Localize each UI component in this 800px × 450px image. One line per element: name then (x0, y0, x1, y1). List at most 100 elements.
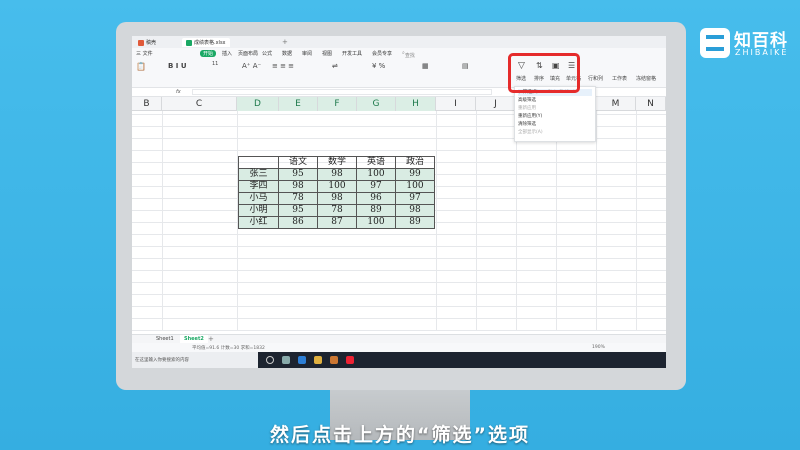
task-view-icon[interactable] (282, 356, 290, 364)
font-size-select[interactable]: 11 (212, 61, 218, 67)
sheet-tab-1[interactable]: Sheet1 (152, 335, 178, 343)
menu-item-reapply-y[interactable]: 重新应用(Y) (518, 113, 542, 120)
table-cell[interactable]: 89 (356, 204, 396, 217)
column-j[interactable]: J (476, 97, 516, 111)
menu-item-dev[interactable]: 开发工具 (342, 50, 362, 57)
column-g[interactable]: G (357, 97, 396, 111)
menu-item-member[interactable]: 会员专享 (372, 50, 392, 57)
grid-line (556, 111, 557, 331)
menu-item-clear-filter[interactable]: 清除筛选 (518, 121, 536, 128)
highlight-box (508, 53, 580, 93)
table-cell[interactable]: 98 (317, 192, 357, 205)
column-f[interactable]: F (318, 97, 357, 111)
column-h[interactable]: H (396, 97, 436, 111)
tab-file[interactable]: 成绩表格.xlsx (182, 38, 230, 47)
sheet-file-icon (186, 39, 192, 46)
new-tab-icon[interactable]: + (282, 38, 288, 46)
table-cell[interactable]: 97 (395, 192, 435, 205)
tab-home[interactable]: 稿壳 (134, 38, 160, 47)
table-header-cell[interactable]: 语文 (278, 156, 318, 169)
search-box[interactable]: ⌕ 查找命令、搜索模板 (402, 50, 415, 87)
align-icon[interactable]: ≡ ≡ ≡ (272, 62, 294, 70)
table-cell[interactable]: 100 (317, 180, 357, 193)
cortana-icon[interactable] (266, 356, 274, 364)
logo-icon (700, 28, 730, 58)
table-cell[interactable]: 95 (278, 168, 318, 181)
table-cell[interactable]: 小红 (238, 216, 279, 229)
column-i[interactable]: I (436, 97, 476, 111)
add-sheet-icon[interactable]: + (208, 335, 214, 343)
paste-icon[interactable]: 📋 (136, 62, 146, 71)
menu-item-review[interactable]: 审阅 (302, 50, 312, 57)
grid-line (596, 111, 597, 331)
menu-item-file[interactable]: 三 文件 (136, 50, 153, 57)
table-style-icon[interactable]: ▤ (462, 62, 469, 70)
table-cell[interactable]: 98 (395, 204, 435, 217)
column-c[interactable]: C (162, 97, 237, 111)
table-cell[interactable]: 95 (278, 204, 318, 217)
table-cell[interactable]: 98 (317, 168, 357, 181)
rowcol-button[interactable]: 行和列 (588, 75, 603, 82)
table-cell[interactable]: 100 (395, 180, 435, 193)
table-header-cell[interactable] (238, 156, 279, 169)
table-cell[interactable]: 张三 (238, 168, 279, 181)
table-cell[interactable]: 78 (278, 192, 318, 205)
table-cell[interactable]: 89 (395, 216, 435, 229)
tab-bar: 稿壳 成绩表格.xlsx + (132, 36, 666, 48)
sheet-button[interactable]: 工作表 (612, 75, 627, 82)
table-cell[interactable]: 小明 (238, 204, 279, 217)
menu-item-advanced-filter[interactable]: 高级筛选 (518, 97, 536, 104)
column-m[interactable]: M (596, 97, 636, 111)
menu-item-insert[interactable]: 插入 (222, 50, 232, 57)
number-format-icon[interactable]: ¥ % (372, 62, 385, 70)
brand-name-en: ZHIBAIKE (735, 48, 789, 57)
wrap-icon[interactable]: ⇌ (332, 62, 338, 70)
score-table: 语文 数学 英语 政治 张三 95 98 100 99 李四 98 100 97… (238, 156, 435, 229)
taskbar (258, 352, 666, 368)
column-e[interactable]: E (279, 97, 318, 111)
table-cell[interactable]: 100 (356, 168, 396, 181)
table-row: 李四 98 100 97 100 (238, 180, 435, 193)
table-cell[interactable]: 98 (278, 180, 318, 193)
table-header-cell[interactable]: 政治 (395, 156, 435, 169)
table-cell[interactable]: 100 (356, 216, 396, 229)
table-cell[interactable]: 86 (278, 216, 318, 229)
column-n[interactable]: N (636, 97, 666, 111)
screen: 稿壳 成绩表格.xlsx + 三 文件 开始 插入 页面布局 公式 数据 审阅 … (132, 36, 666, 368)
conditional-format-icon[interactable]: ▦ (422, 62, 429, 70)
app-icon[interactable] (346, 356, 354, 364)
table-row: 小明 95 78 89 98 (238, 204, 435, 217)
column-d[interactable]: D (237, 97, 279, 111)
font-grow-icon[interactable]: A⁺ A⁻ (242, 62, 261, 70)
app-icon (138, 39, 144, 46)
table-cell[interactable]: 87 (317, 216, 357, 229)
taskbar-search[interactable]: 在这里输入你要搜索的内容 (132, 352, 258, 368)
tab-label: 稿壳 (146, 40, 157, 46)
edge-icon[interactable] (298, 356, 306, 364)
table-cell[interactable]: 78 (317, 204, 357, 217)
formula-input[interactable] (192, 89, 492, 95)
table-cell[interactable]: 99 (395, 168, 435, 181)
menu-item-formula[interactable]: 公式 (262, 50, 272, 57)
zoom-level[interactable]: 190% (592, 345, 605, 350)
grid-line (476, 111, 477, 331)
explorer-icon[interactable] (314, 356, 322, 364)
menu-item-view[interactable]: 视图 (322, 50, 332, 57)
grid-line (436, 111, 437, 331)
column-b[interactable]: B (132, 97, 162, 111)
menu-item-data[interactable]: 数据 (282, 50, 292, 57)
table-cell[interactable]: 小马 (238, 192, 279, 205)
sheet-tab-2[interactable]: Sheet2 (180, 335, 208, 343)
freeze-button[interactable]: 冻结窗格 (636, 75, 656, 82)
menu-item-layout[interactable]: 页面布局 (238, 50, 258, 57)
table-row: 小红 86 87 100 89 (238, 216, 435, 229)
wps-icon[interactable] (330, 356, 338, 364)
menu-item-start[interactable]: 开始 (200, 50, 217, 57)
table-header-cell[interactable]: 英语 (356, 156, 396, 169)
table-header-cell[interactable]: 数学 (317, 156, 357, 169)
table-cell[interactable]: 97 (356, 180, 396, 193)
table-cell[interactable]: 李四 (238, 180, 279, 193)
fx-label: fx (176, 89, 181, 95)
table-cell[interactable]: 96 (356, 192, 396, 205)
bold-icon[interactable]: B I U (168, 62, 187, 70)
